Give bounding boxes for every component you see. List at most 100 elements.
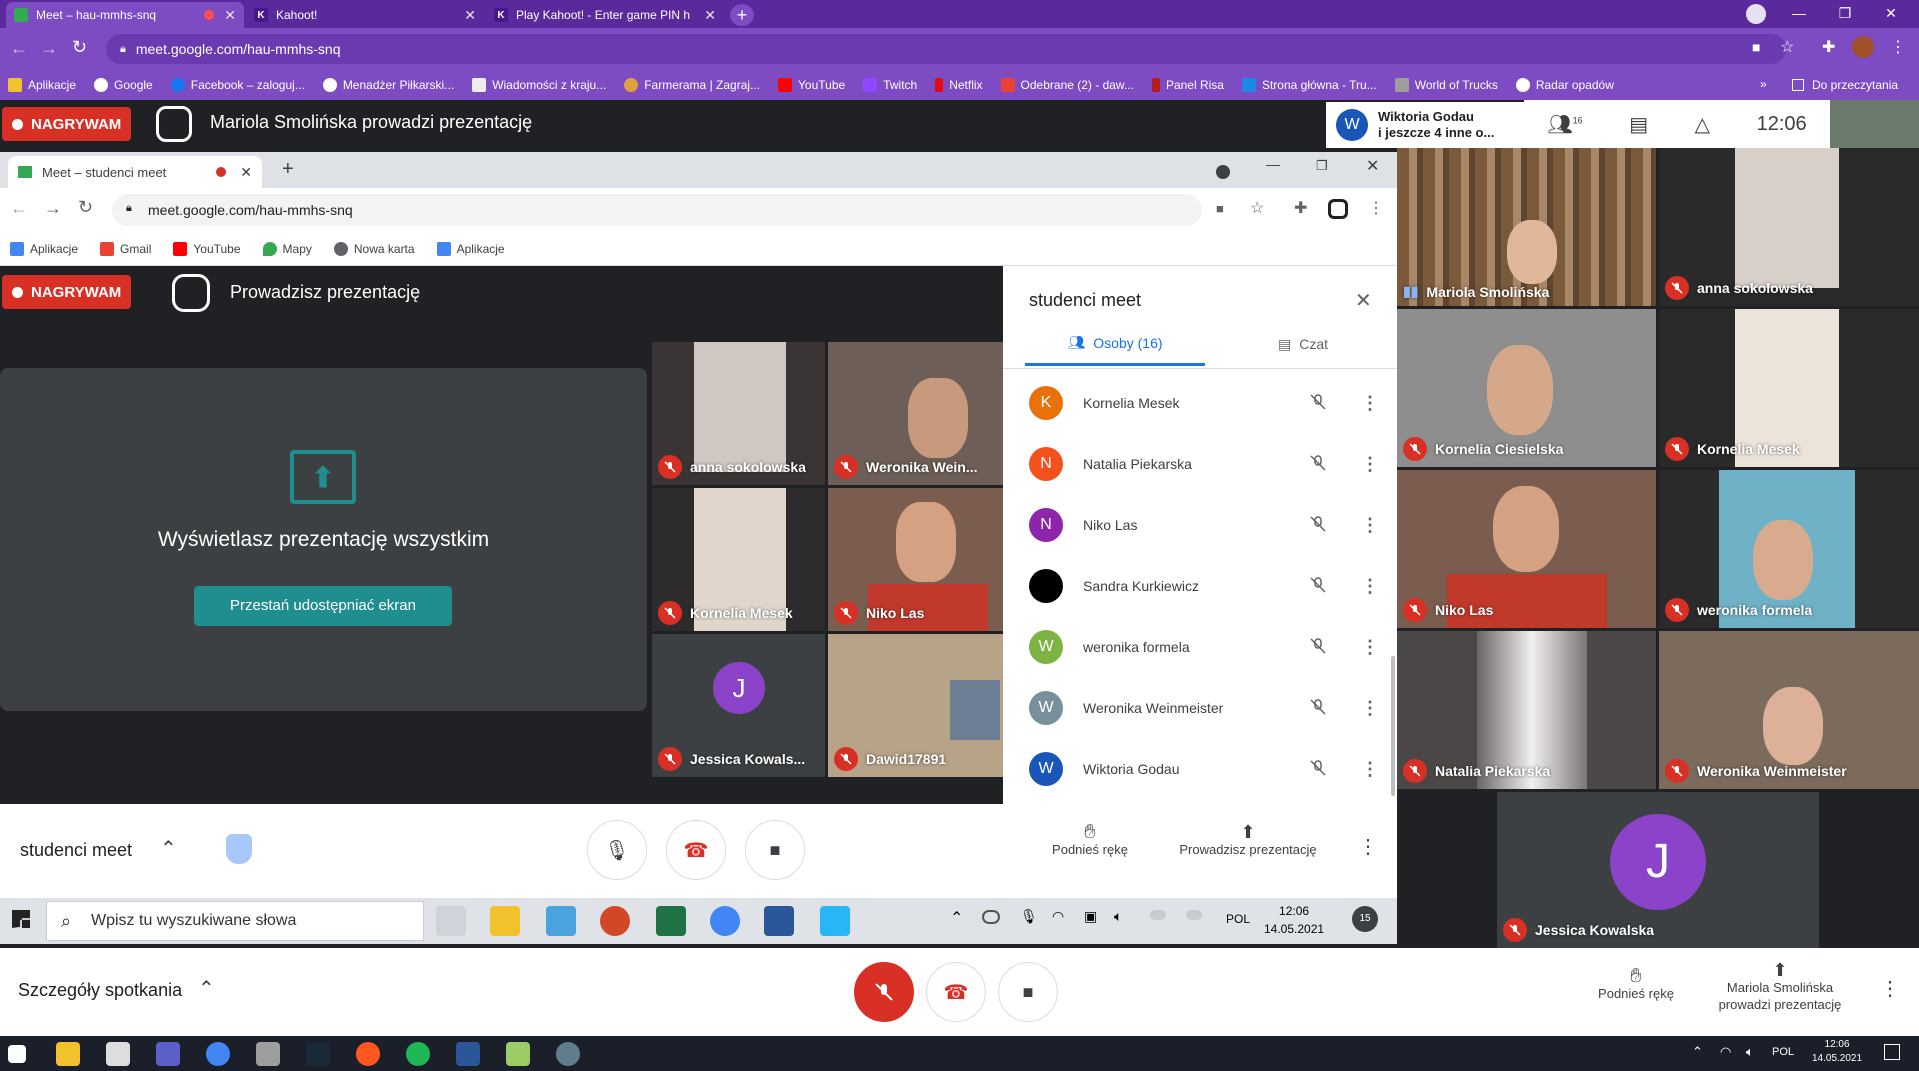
word-icon[interactable]: [764, 906, 794, 936]
more-options-icon[interactable]: ⋮: [1361, 393, 1379, 414]
participant-tile[interactable]: Kornelia Ciesielska: [1397, 309, 1656, 467]
bookmark-item[interactable]: Strona główna - Tru...: [1241, 78, 1377, 92]
app-icon[interactable]: [256, 1042, 280, 1066]
star-icon[interactable]: ☆: [1780, 37, 1794, 57]
more-options-icon[interactable]: ⋮: [1361, 454, 1379, 475]
taskbar-search-input[interactable]: ⌕ Wpisz tu wyszukiwane słowa: [46, 901, 424, 941]
participant-tile[interactable]: Niko Las: [1397, 470, 1656, 628]
restore-icon[interactable]: ❐: [1316, 158, 1328, 174]
reload-icon[interactable]: ↻: [72, 37, 87, 58]
shield-icon[interactable]: [226, 834, 252, 864]
store-icon[interactable]: [106, 1042, 130, 1066]
back-icon[interactable]: ←: [10, 38, 28, 59]
cloud-icon[interactable]: [1186, 910, 1202, 920]
new-tab-button[interactable]: +: [730, 4, 754, 26]
language-indicator[interactable]: POL: [1772, 1046, 1794, 1058]
more-options-icon[interactable]: ⋮: [1361, 698, 1379, 719]
forward-icon[interactable]: →: [44, 198, 62, 219]
participant-row[interactable]: W Weronika Weinmeister ⋮: [1029, 683, 1379, 733]
bookmark-item[interactable]: Wiadomości z kraju...: [472, 78, 606, 92]
mic-button[interactable]: [854, 962, 914, 1022]
chrome-icon[interactable]: [206, 1042, 230, 1066]
present-button[interactable]: ⬆︎ Prowadzisz prezentację: [1166, 823, 1330, 858]
tab-meet[interactable]: Meet – hau-mmhs-snq ✕: [6, 2, 244, 28]
bookmarks-overflow-button[interactable]: »: [1760, 77, 1767, 91]
notification-badge[interactable]: 15: [1352, 906, 1378, 932]
meeting-details[interactable]: Szczegóły spotkania: [18, 980, 182, 1001]
end-call-button[interactable]: ☎︎: [666, 820, 726, 880]
participant-tile[interactable]: Niko Las: [828, 488, 1003, 631]
camera-button[interactable]: ■: [745, 820, 805, 880]
raise-hand-button[interactable]: ✋︎ Podnieś rękę: [1586, 966, 1686, 1002]
volume-icon[interactable]: 🔈︎: [1114, 908, 1122, 925]
bookmark-item[interactable]: Aplikacje: [8, 78, 76, 92]
mic-off-icon[interactable]: [1309, 637, 1327, 658]
tab-play-kahoot[interactable]: K Play Kahoot! - Enter game PIN h ✕: [486, 2, 724, 28]
minimize-icon[interactable]: —: [1266, 156, 1280, 172]
file-explorer-icon[interactable]: [56, 1042, 80, 1066]
bookmark-item[interactable]: Netflix: [935, 78, 983, 92]
bookmark-item[interactable]: Menadżer Piłkarski...: [322, 78, 454, 92]
participant-row[interactable]: W Wiktoria Godau ⋮: [1029, 744, 1379, 794]
wifi-icon[interactable]: ◠: [1720, 1044, 1731, 1060]
file-explorer-icon[interactable]: [490, 906, 520, 936]
mic-off-icon[interactable]: [1309, 515, 1327, 536]
close-tab-icon[interactable]: ✕: [240, 164, 252, 181]
close-tab-icon[interactable]: ✕: [464, 7, 476, 24]
chevron-up-icon[interactable]: ⌃: [950, 908, 963, 928]
url-field[interactable]: 🔒︎ meet.google.com/hau-mmhs-snq: [112, 194, 1202, 226]
participant-tile[interactable]: Weronika Weinmeister: [1659, 631, 1919, 789]
tab-people[interactable]: 👥︎ Osoby (16): [1025, 322, 1205, 366]
bookmark-item[interactable]: Aplikacje: [10, 241, 78, 256]
profile-tab-search-icon[interactable]: [1746, 4, 1766, 24]
onedrive-icon[interactable]: [982, 910, 1000, 924]
app-icon[interactable]: [556, 1042, 580, 1066]
self-view-thumbnail[interactable]: [1830, 100, 1919, 148]
chat-icon[interactable]: ▤: [1629, 112, 1648, 137]
participant-tile[interactable]: ▮▮ Mariola Smolińska: [1397, 148, 1656, 306]
activities-icon[interactable]: △: [1695, 112, 1710, 137]
cloud-icon[interactable]: [1150, 910, 1166, 920]
close-tab-icon[interactable]: ✕: [224, 7, 236, 24]
end-call-button[interactable]: ☎︎: [926, 962, 986, 1022]
star-icon[interactable]: ☆: [1250, 198, 1264, 218]
url-field[interactable]: 🔒︎ meet.google.com/hau-mmhs-snq: [106, 34, 1786, 64]
teams-icon[interactable]: [156, 1042, 180, 1066]
windows-start-icon[interactable]: [12, 910, 30, 928]
mic-off-icon[interactable]: [1309, 698, 1327, 719]
participant-tile[interactable]: Dawid17891: [828, 634, 1003, 777]
teams-app-icon[interactable]: [456, 1042, 480, 1066]
extensions-icon[interactable]: ✚: [1822, 37, 1835, 57]
participant-tile[interactable]: Weronika Wein...: [828, 342, 1003, 485]
bookmark-item[interactable]: Radar opadów: [1515, 78, 1614, 92]
bookmark-item[interactable]: Aplikacje: [436, 241, 505, 256]
notifications-icon[interactable]: [1884, 1044, 1900, 1060]
scrollbar[interactable]: [1391, 656, 1395, 796]
wifi-icon[interactable]: ◠: [1052, 908, 1064, 925]
close-tab-icon[interactable]: ✕: [704, 7, 716, 24]
people-icon[interactable]: 👥︎16: [1547, 112, 1582, 137]
minimize-icon[interactable]: —: [1776, 0, 1822, 28]
chevron-up-icon[interactable]: ⌃: [198, 976, 215, 1001]
participant-tile[interactable]: Kornelia Mesek: [1659, 309, 1919, 467]
participant-tile[interactable]: Kornelia Mesek: [652, 488, 825, 631]
close-window-icon[interactable]: ✕: [1366, 156, 1379, 176]
steam-icon[interactable]: [306, 1042, 330, 1066]
stop-sharing-button[interactable]: Przestań udostępniać ekran: [194, 586, 452, 626]
language-indicator[interactable]: POL: [1226, 912, 1250, 926]
camera-icon[interactable]: ■: [1216, 201, 1224, 216]
participant-tile[interactable]: anna sokolowska: [652, 342, 825, 485]
taskbar-clock[interactable]: 12:06 14.05.2021: [1812, 1038, 1862, 1066]
participant-tile[interactable]: J Jessica Kowals...: [652, 634, 825, 777]
excel-icon[interactable]: [656, 906, 686, 936]
reading-list-button[interactable]: Do przeczytania: [1792, 78, 1898, 92]
ruler-icon[interactable]: [546, 906, 576, 936]
camera-button[interactable]: ■: [998, 962, 1058, 1022]
screen-capture-icon[interactable]: [1328, 199, 1348, 219]
more-options-icon[interactable]: ⋮: [1361, 637, 1379, 658]
bookmark-item[interactable]: Gmail: [100, 241, 151, 256]
mic-button[interactable]: 🎙︎: [587, 820, 647, 880]
chevron-up-icon[interactable]: ⌃: [1692, 1044, 1703, 1060]
app-icon[interactable]: [820, 906, 850, 936]
more-options-icon[interactable]: ⋮: [1358, 834, 1378, 859]
